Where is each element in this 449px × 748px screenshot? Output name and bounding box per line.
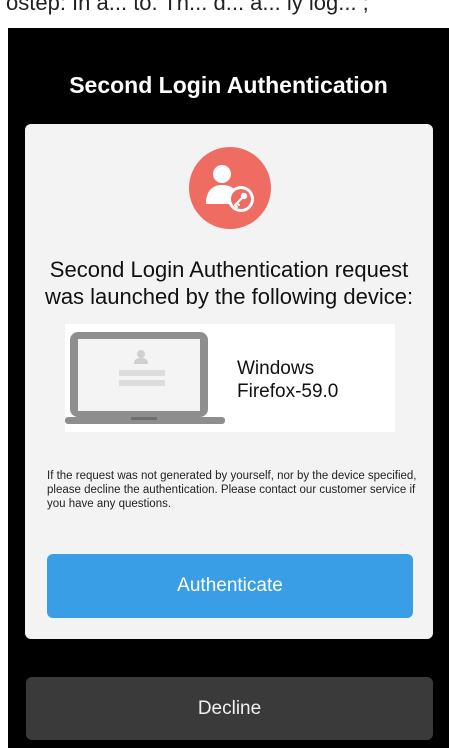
device-browser: Firefox-59.0 (237, 381, 339, 402)
message-line-1: Second Login Authentication request (49, 257, 409, 282)
authenticate-button[interactable]: Authenticate (47, 554, 413, 618)
decline-button[interactable]: Decline (26, 677, 433, 740)
help-note: If the request was not generated by your… (47, 470, 417, 510)
device-info: Windows Firefox-59.0 (65, 324, 395, 432)
device-details: Windows Firefox-59.0 (237, 357, 338, 403)
phone-screen: Second Login Authentication Second Login… (8, 28, 449, 748)
laptop-icon (65, 332, 225, 424)
request-message: Second Login Authentication request was … (25, 256, 433, 310)
page-title: Second Login Authentication (69, 72, 388, 98)
user-key-icon (189, 147, 271, 229)
cropped-caption-text: ostep: In a... to. Th... d... a... ly lo… (6, 0, 369, 15)
authentication-card: Second Login Authentication request was … (25, 124, 433, 639)
device-os: Windows (237, 358, 315, 379)
top-cropped-caption: ostep: In a... to. Th... d... a... ly lo… (0, 0, 449, 28)
message-line-2: was launched by the following device: (44, 284, 414, 309)
